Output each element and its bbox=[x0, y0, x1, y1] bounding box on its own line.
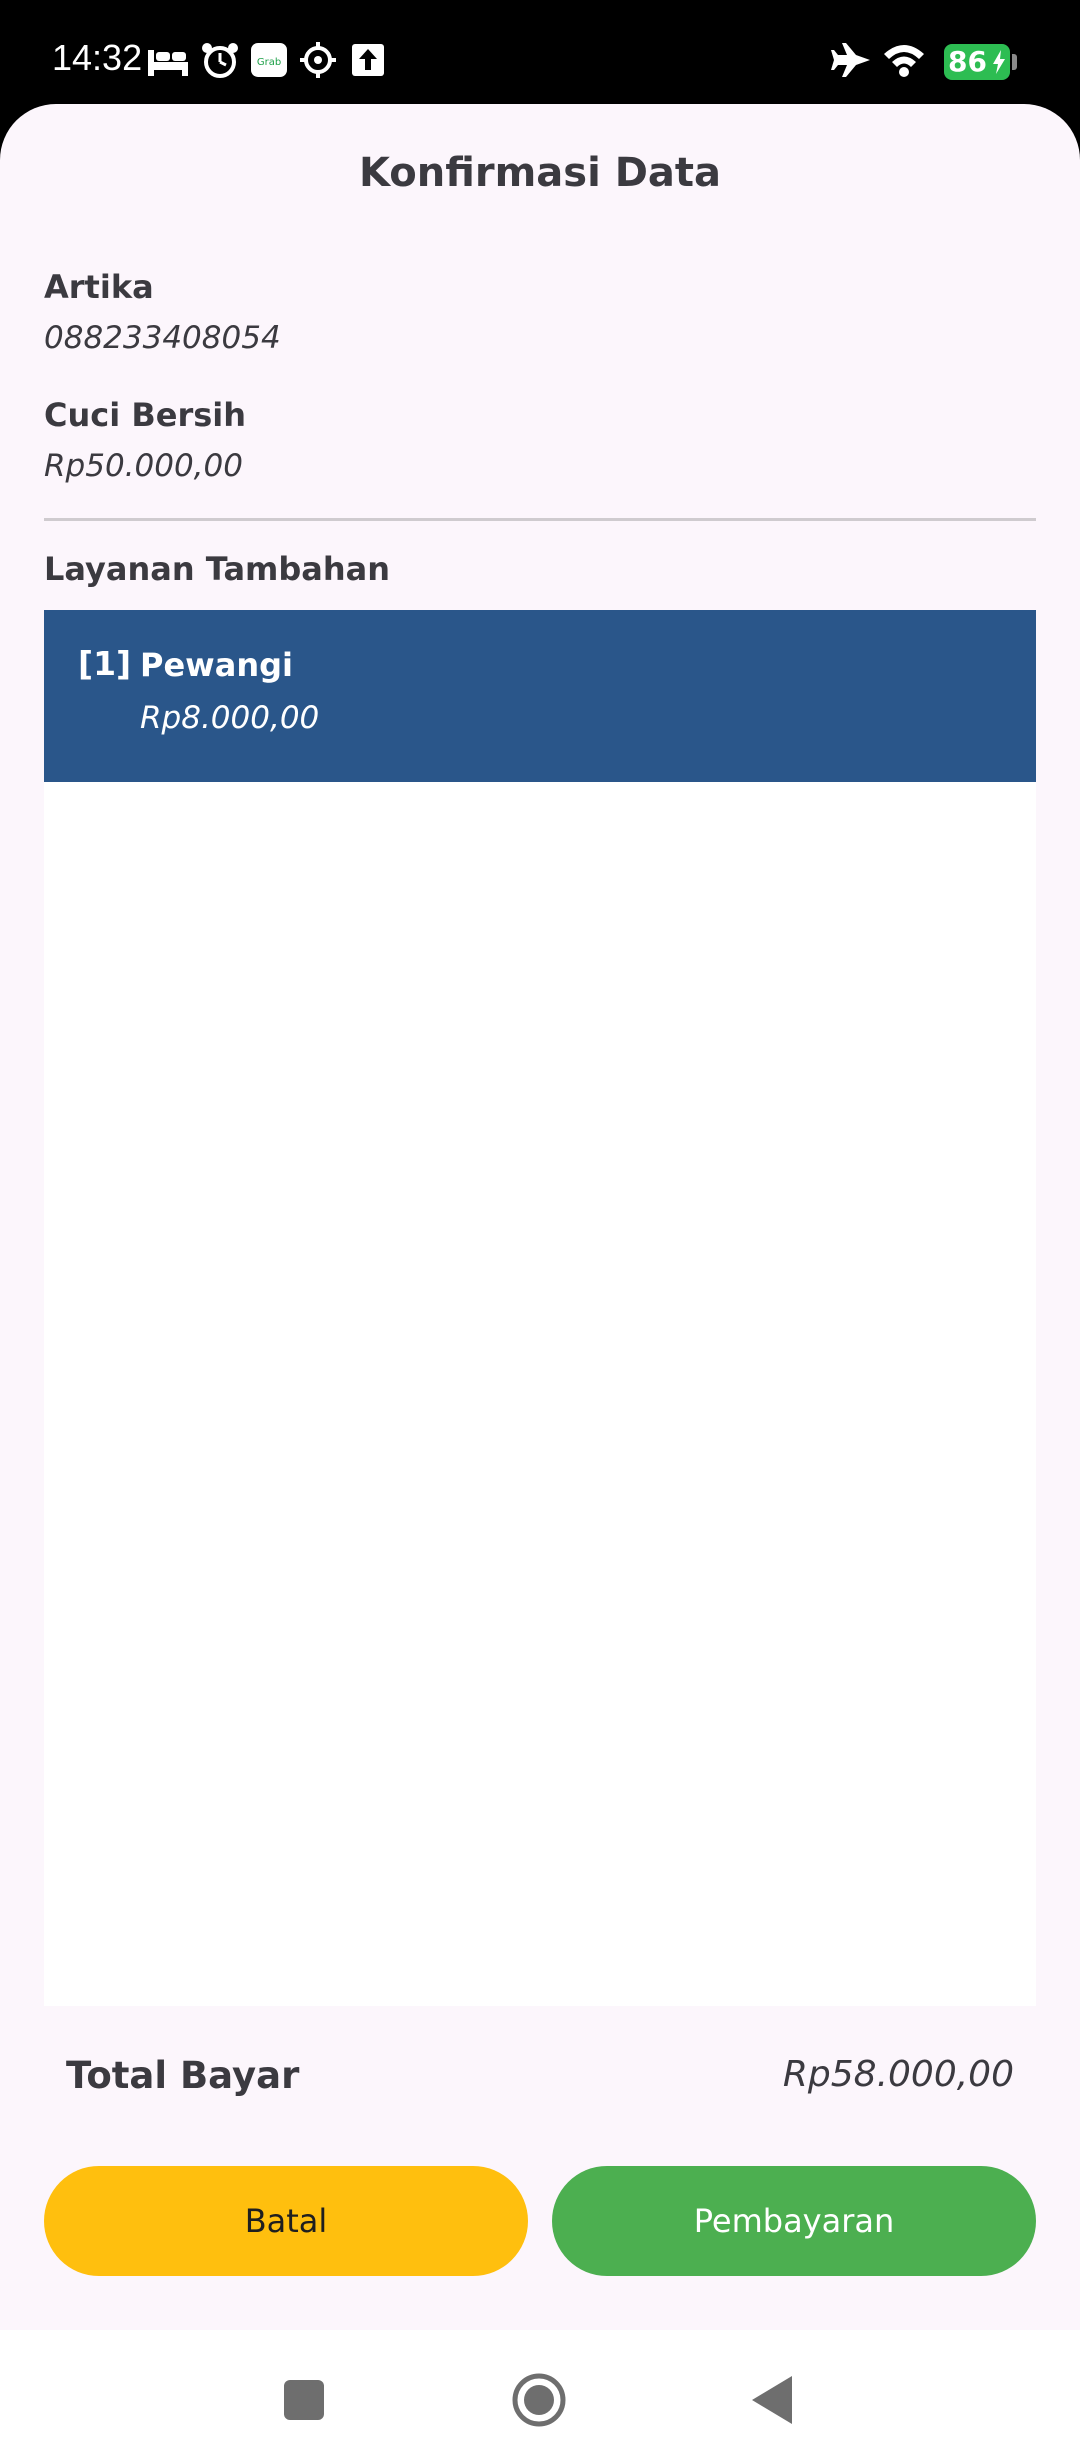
customer-phone: 088233408054 bbox=[44, 320, 281, 356]
cancel-button[interactable]: Batal bbox=[44, 2166, 528, 2276]
battery-tip bbox=[1012, 54, 1017, 70]
total-label: Total Bayar bbox=[66, 2054, 300, 2097]
upload-icon bbox=[352, 44, 384, 76]
payment-button[interactable]: Pembayaran bbox=[552, 2166, 1036, 2276]
back-icon[interactable] bbox=[744, 2370, 804, 2430]
svg-text:Grab: Grab bbox=[257, 57, 281, 68]
airplane-icon bbox=[831, 43, 870, 77]
grab-icon: Grab bbox=[251, 43, 287, 77]
customer-name: Artika bbox=[44, 268, 154, 306]
service-price: Rp50.000,00 bbox=[44, 448, 243, 484]
section-divider bbox=[44, 518, 1036, 521]
charging-icon bbox=[993, 50, 1005, 74]
home-icon[interactable] bbox=[509, 2370, 569, 2430]
list-item-price: Rp8.000,00 bbox=[140, 700, 320, 736]
service-name: Cuci Bersih bbox=[44, 396, 247, 434]
battery-icon: 86 bbox=[944, 44, 1010, 80]
status-bar: 14:32 Grab 86 bbox=[0, 0, 1080, 104]
list-item-name: Pewangi bbox=[140, 646, 293, 684]
extras-heading: Layanan Tambahan bbox=[44, 550, 391, 588]
navigation-bar bbox=[0, 2330, 1080, 2460]
alarm-icon bbox=[202, 43, 238, 78]
wifi-icon bbox=[884, 45, 924, 77]
dialog-title: Konfirmasi Data bbox=[358, 150, 722, 196]
extras-list[interactable]: [1] Pewangi Rp8.000,00 bbox=[44, 610, 1036, 2006]
status-time: 14:32 bbox=[52, 37, 143, 78]
total-value: Rp58.000,00 bbox=[782, 2054, 1014, 2095]
recents-icon[interactable] bbox=[274, 2370, 334, 2430]
bed-icon bbox=[148, 50, 188, 76]
settings-icon bbox=[300, 42, 336, 78]
list-item[interactable]: [1] Pewangi Rp8.000,00 bbox=[44, 610, 1036, 782]
battery-level: 86 bbox=[948, 45, 987, 78]
list-item-index: [1] bbox=[78, 644, 132, 683]
